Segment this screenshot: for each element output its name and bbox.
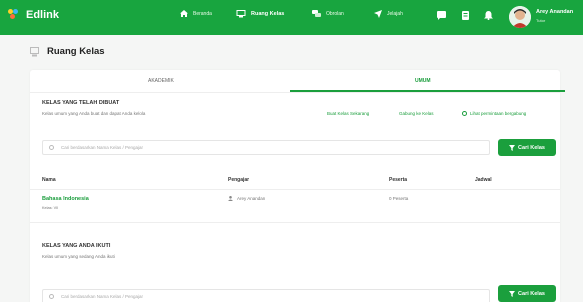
active-tab-indicator (290, 90, 565, 92)
column-header-participants: Peserta (389, 177, 408, 183)
classroom-icon (236, 10, 246, 18)
explore-icon (374, 10, 382, 18)
nav-item-beranda[interactable]: Beranda (180, 10, 212, 17)
table-row-divider (30, 222, 560, 223)
class-name-link[interactable]: Bahasa Indonesia (42, 196, 89, 202)
view-join-requests-label: Lihat permintaan bergabung (470, 111, 527, 116)
nav-label: Obrolan (326, 11, 344, 17)
chat-bubble-icon[interactable] (437, 11, 446, 20)
user-name[interactable]: Arey Anandan (536, 9, 573, 15)
app-logo[interactable]: Edlink (8, 9, 59, 21)
table-header-divider (30, 189, 560, 190)
joined-classes-subtitle: Kelas umum yang sedang Anda ikuti (42, 254, 115, 259)
person-icon (228, 196, 233, 201)
user-avatar-icon (509, 6, 531, 28)
view-join-requests-link[interactable]: Lihat permintaan bergabung (462, 111, 526, 116)
filter-icon (509, 144, 516, 151)
search-placeholder: Cari berdasarkan Nama Kelas / Pengajar (61, 145, 144, 150)
search-button-label: Cari Kelas (518, 144, 545, 151)
nav-label: Beranda (193, 10, 212, 17)
chat-icon (312, 10, 321, 17)
search-button-label: Cari Kelas (518, 290, 545, 297)
tab-divider (30, 92, 560, 93)
search-icon (49, 145, 54, 150)
created-classes-subtitle: Kelas umum yang Anda buat dan dapat Anda… (42, 111, 146, 116)
home-icon (180, 10, 188, 17)
join-class-link[interactable]: Gabung ke Kelas (399, 111, 434, 116)
column-header-teacher: Pengajar (228, 177, 250, 183)
nav-label: Jelajah (387, 11, 403, 17)
nav-item-ruang-kelas[interactable]: Ruang Kelas (236, 10, 284, 18)
create-class-link[interactable]: Buat Kelas Sekarang (327, 111, 369, 116)
class-participants: 0 Peserta (389, 196, 409, 201)
user-role: Tutor (536, 18, 546, 23)
joined-search-input[interactable]: Cari berdasarkan Nama Kelas / Pengajar (42, 289, 490, 302)
column-header-name: Nama (42, 177, 56, 183)
search-class-button[interactable]: Cari Kelas (498, 139, 556, 156)
nav-item-obrolan[interactable]: Obrolan (312, 10, 344, 18)
page-title-wrap: Ruang Kelas (30, 46, 105, 57)
teacher-name: Arey Anandan (237, 196, 266, 201)
search-icon (49, 294, 54, 299)
logo-text: Edlink (26, 9, 60, 21)
column-header-schedule: Jadwal (475, 177, 492, 183)
nav-item-jelajah[interactable]: Jelajah (374, 10, 403, 18)
class-grade: Kelas: VII (42, 206, 59, 210)
joined-classes-title: KELAS YANG ANDA IKUTI (42, 243, 111, 249)
tab-akademik[interactable]: AKADEMIK (148, 78, 174, 84)
class-teacher: Arey Anandan (228, 196, 265, 201)
created-classes-title: KELAS YANG TELAH DIBUAT (42, 100, 120, 106)
avatar[interactable] (509, 6, 531, 28)
created-search-input[interactable]: Cari berdasarkan Nama Kelas / Pengajar (42, 140, 490, 155)
bell-icon[interactable] (484, 11, 493, 20)
eye-icon (462, 111, 467, 116)
nav-label: Ruang Kelas (251, 11, 285, 17)
search-joined-class-button[interactable]: Cari Kelas (498, 285, 556, 302)
document-icon[interactable] (461, 11, 470, 20)
search-placeholder: Cari berdasarkan Nama Kelas / Pengajar (61, 294, 144, 299)
logo-mark-icon (8, 9, 24, 21)
classroom-icon (30, 46, 39, 56)
filter-icon (509, 290, 516, 297)
top-navigation-bar: Edlink Beranda Ruang Kelas Obrolan Jelaj… (0, 0, 583, 35)
tab-umum[interactable]: UMUM (415, 78, 431, 84)
page-title: Ruang Kelas (47, 46, 105, 57)
